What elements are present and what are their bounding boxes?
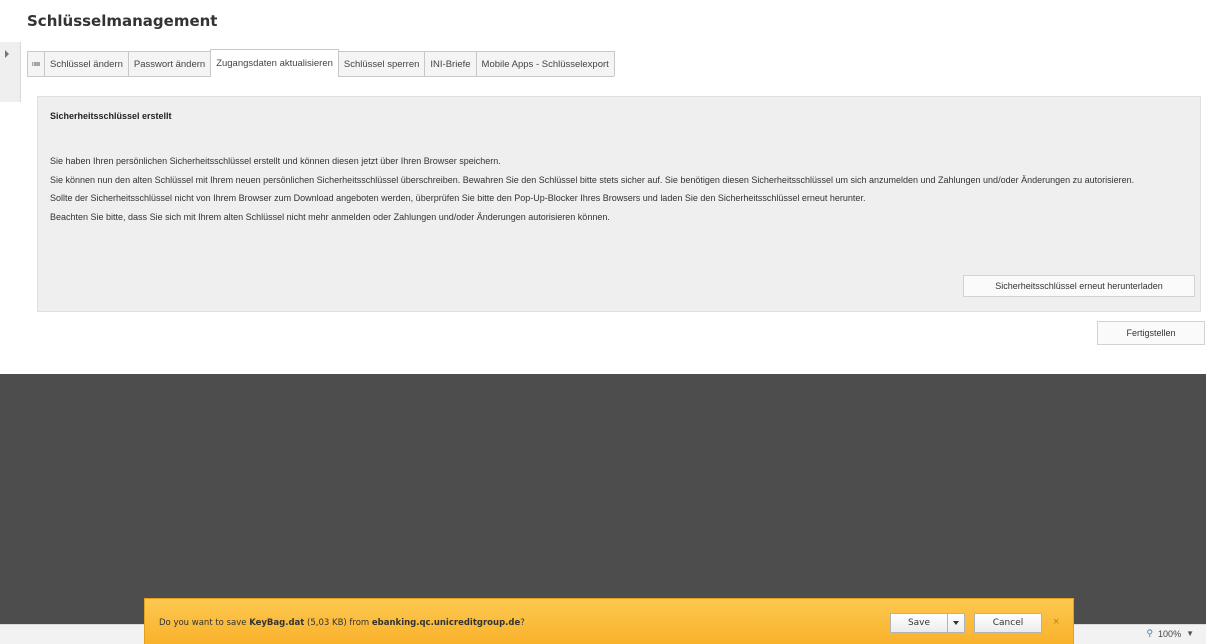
redownload-key-button[interactable]: Sicherheitsschlüssel erneut herunterlade… [963, 275, 1195, 297]
download-host: ebanking.qc.unicreditgroup.de [371, 618, 521, 628]
message-paragraph: Sollte der Sicherheitsschlüssel nicht vo… [50, 193, 866, 203]
save-options-dropdown[interactable] [947, 613, 965, 633]
download-size: (5,03 KB) from [304, 618, 372, 628]
tab-change-key[interactable]: Schlüssel ändern [44, 51, 129, 76]
cancel-button[interactable]: Cancel [974, 613, 1042, 633]
message-paragraph: Sie können nun den alten Schlüssel mit I… [50, 174, 1135, 185]
download-notification-bar: Do you want to save KeyBag.dat (5,03 KB)… [144, 598, 1074, 644]
chevron-down-icon [953, 621, 959, 625]
tab-menu-icon[interactable]: ≔ [27, 51, 45, 76]
tab-ini-letters[interactable]: INI-Briefe [424, 51, 477, 76]
prompt-prefix: Do you want to save [159, 618, 250, 628]
save-button[interactable]: Save [890, 613, 948, 633]
chevron-down-icon: ▼ [1186, 629, 1194, 638]
magnifier-icon: ⚲ [1146, 628, 1154, 638]
download-filename: KeyBag.dat [249, 618, 305, 628]
close-icon[interactable]: × [1053, 616, 1059, 628]
key-created-panel: Sicherheitsschlüssel erstellt Sie haben … [37, 96, 1201, 312]
panel-message: Sie haben Ihren persönlichen Sicherheits… [50, 152, 1190, 226]
side-panel-toggle[interactable] [0, 42, 21, 102]
zoom-level: 100% [1158, 628, 1182, 639]
dimmed-overlay [0, 374, 1206, 624]
tab-block-key[interactable]: Schlüssel sperren [337, 51, 426, 76]
page-title: Schlüsselmanagement [27, 12, 218, 30]
tab-update-credentials[interactable]: Zugangsdaten aktualisieren [210, 49, 339, 77]
panel-heading: Sicherheitsschlüssel erstellt [50, 111, 172, 121]
tab-mobile-key-export[interactable]: Mobile Apps - Schlüsselexport [475, 51, 615, 76]
message-paragraph: Sie haben Ihren persönlichen Sicherheits… [50, 156, 501, 166]
finish-button[interactable]: Fertigstellen [1097, 321, 1205, 345]
prompt-suffix: ? [520, 618, 525, 628]
tab-bar: ≔ Schlüssel ändern Passwort ändern Zugan… [27, 48, 615, 77]
expand-arrow-icon [5, 50, 9, 58]
tab-change-password[interactable]: Passwort ändern [127, 51, 212, 76]
message-paragraph: Beachten Sie bitte, dass Sie sich mit Ih… [50, 211, 610, 222]
download-prompt-text: Do you want to save KeyBag.dat (5,03 KB)… [159, 618, 525, 628]
zoom-control[interactable]: ⚲ 100% ▼ [1146, 628, 1194, 639]
